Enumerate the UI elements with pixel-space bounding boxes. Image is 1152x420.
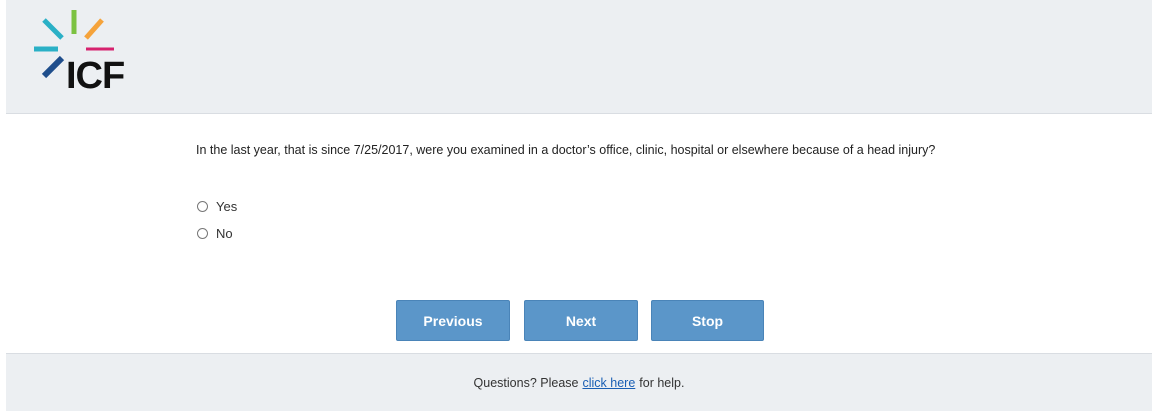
option-no[interactable]: No bbox=[196, 220, 237, 247]
footer-prefix: Questions? Please bbox=[473, 375, 579, 390]
option-yes[interactable]: Yes bbox=[196, 193, 237, 220]
radio-button[interactable] bbox=[197, 228, 208, 239]
radio-button[interactable] bbox=[197, 201, 208, 212]
help-link[interactable]: click here bbox=[582, 376, 635, 390]
next-button[interactable]: Next bbox=[524, 300, 638, 341]
question-text: In the last year, that is since 7/25/201… bbox=[196, 143, 936, 157]
page-footer: Questions? Please click here for help. bbox=[6, 353, 1152, 411]
option-label: Yes bbox=[216, 199, 238, 214]
option-label: No bbox=[216, 226, 233, 241]
footer-suffix: for help. bbox=[639, 375, 685, 390]
previous-button[interactable]: Previous bbox=[396, 300, 510, 341]
stop-button[interactable]: Stop bbox=[651, 300, 764, 341]
page-header: ICF bbox=[6, 0, 1152, 114]
logo-text: ICF bbox=[66, 55, 125, 97]
answer-options: Yes No bbox=[196, 193, 237, 247]
icf-logo: ICF bbox=[32, 8, 142, 97]
